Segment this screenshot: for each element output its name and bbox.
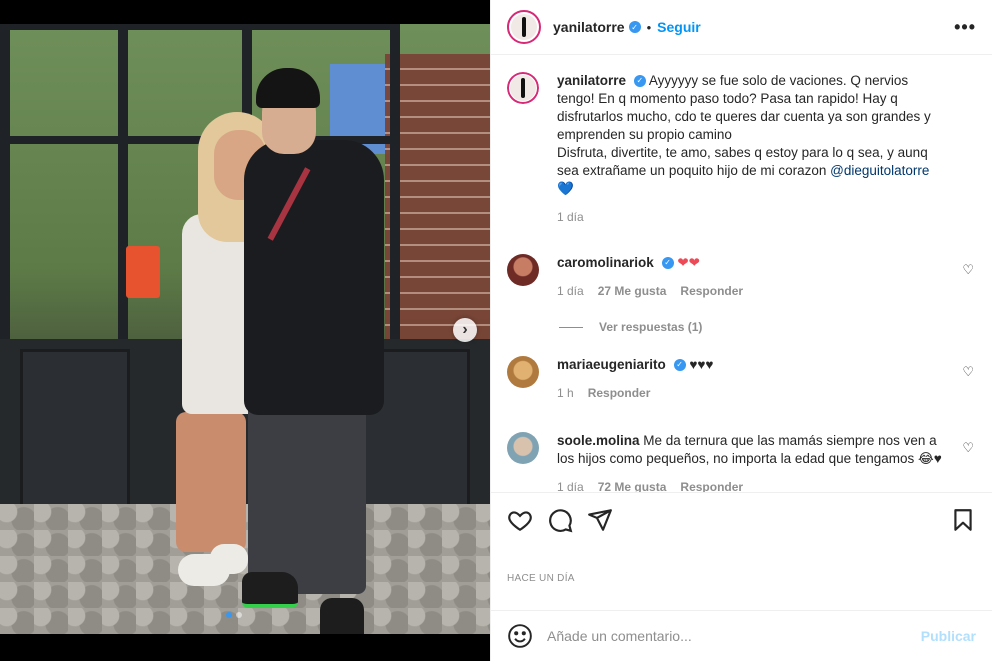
man-pants xyxy=(248,394,366,594)
comment-input[interactable] xyxy=(547,628,921,644)
view-replies-label: Ver respuestas (1) xyxy=(599,320,703,334)
blue-heart-emoji: 💙 xyxy=(557,181,574,196)
comment-username[interactable]: mariaeugeniarito xyxy=(557,357,666,372)
verified-icon: ✓ xyxy=(661,257,674,270)
comment-username[interactable]: caromolinariok xyxy=(557,255,654,270)
woman-legs xyxy=(176,412,246,552)
comment-likes[interactable]: 72 Me gusta xyxy=(598,478,667,492)
replies-line xyxy=(559,326,583,328)
caption-username[interactable]: yanilatorre xyxy=(557,73,626,88)
post-username[interactable]: yanilatorre xyxy=(553,19,625,35)
caption: yanilatorre ✓ Ayyyyyy se fue solo de vac… xyxy=(507,72,976,226)
man-hoodie xyxy=(244,140,384,415)
avatar[interactable] xyxy=(507,356,539,388)
emoji-icon[interactable] xyxy=(507,623,533,649)
post-time-ago[interactable]: HACE UN DÍA xyxy=(507,573,976,584)
post-side-panel: yanilatorre ✓ • Seguir ••• yanilatorre ✓… xyxy=(490,0,992,661)
reply-button[interactable]: Responder xyxy=(680,478,743,492)
view-replies-button[interactable]: Ver respuestas (1) xyxy=(559,320,976,334)
comment-text: ❤❤ xyxy=(677,255,700,270)
reply-button[interactable]: Responder xyxy=(680,282,743,300)
verified-icon: ✓ xyxy=(628,21,641,33)
avatar[interactable] xyxy=(507,432,539,464)
comment: soole.molina Me da ternura que las mamás… xyxy=(507,432,976,492)
post-photo: › xyxy=(0,0,490,661)
comment-username[interactable]: soole.molina xyxy=(557,433,640,448)
carousel-dot xyxy=(236,612,242,618)
comment-time[interactable]: 1 día xyxy=(557,282,584,300)
bookmark-icon[interactable] xyxy=(950,507,976,533)
heart-icon[interactable]: ♡ xyxy=(962,262,974,278)
send-icon[interactable] xyxy=(587,507,613,533)
heart-icon[interactable]: ♡ xyxy=(962,440,974,456)
comment-time[interactable]: 1 día xyxy=(557,478,584,492)
post-actions: HACE UN DÍA xyxy=(491,492,992,584)
reply-button[interactable]: Responder xyxy=(588,384,651,402)
caption-time[interactable]: 1 día xyxy=(557,208,584,226)
dot-separator: • xyxy=(646,19,652,35)
verified-icon: ✓ xyxy=(633,75,646,88)
post-header: yanilatorre ✓ • Seguir ••• xyxy=(491,0,992,55)
publish-button[interactable]: Publicar xyxy=(921,628,976,644)
mention-link[interactable]: @dieguitolatorre xyxy=(830,163,929,178)
comments-list[interactable]: yanilatorre ✓ Ayyyyyy se fue solo de vac… xyxy=(491,56,992,492)
orange-bin xyxy=(126,246,160,298)
shoe xyxy=(320,598,364,634)
avatar[interactable] xyxy=(507,72,539,104)
more-options-icon[interactable]: ••• xyxy=(954,17,976,38)
carousel-dots xyxy=(226,612,242,618)
carousel-dot-active xyxy=(226,612,232,618)
photo-scene xyxy=(0,24,490,634)
verified-icon: ✓ xyxy=(673,359,686,372)
follow-button[interactable]: Seguir xyxy=(657,19,701,35)
comment-likes[interactable]: 27 Me gusta xyxy=(598,282,667,300)
heart-icon[interactable] xyxy=(507,507,533,533)
comment-text: ♥♥♥ xyxy=(689,357,714,372)
avatar[interactable] xyxy=(507,254,539,286)
wall-panel xyxy=(20,349,130,529)
comment-time[interactable]: 1 h xyxy=(557,384,574,402)
comment: caromolinariok ✓ ❤❤ 1 día 27 Me gusta Re… xyxy=(507,254,976,300)
add-comment-bar: Publicar xyxy=(491,610,992,661)
comment-icon[interactable] xyxy=(547,507,573,533)
chevron-right-icon[interactable]: › xyxy=(453,318,477,342)
avatar[interactable] xyxy=(507,10,541,44)
heart-icon[interactable]: ♡ xyxy=(962,364,974,380)
slipper xyxy=(210,544,248,574)
comment-emoji: 😂♥ xyxy=(917,451,942,466)
comment: mariaeugeniarito ✓ ♥♥♥ 1 h Responder ♡ xyxy=(507,356,976,402)
shoe xyxy=(242,572,298,608)
